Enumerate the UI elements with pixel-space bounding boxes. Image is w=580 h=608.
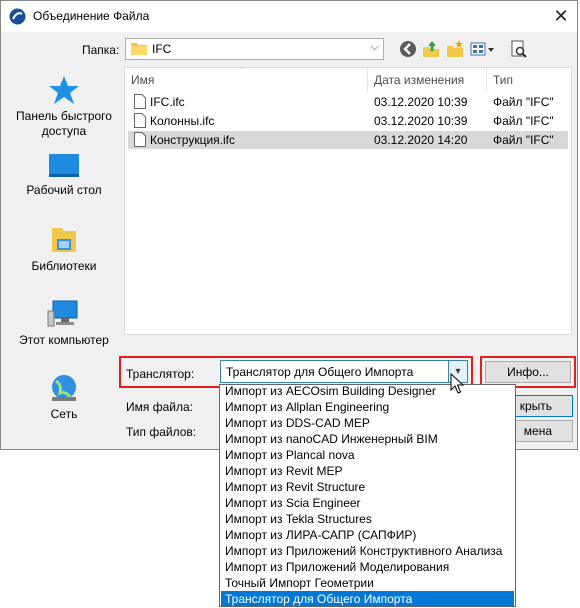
place-this-pc[interactable]: Этот компьютер [10, 299, 118, 348]
list-item[interactable]: Импорт из Tekla Structures [221, 511, 514, 527]
list-item[interactable]: Импорт из Revit Structure [221, 479, 514, 495]
list-item[interactable]: Импорт из Plancal nova [221, 447, 514, 463]
file-icon [134, 113, 146, 128]
list-item[interactable]: Импорт из AECOsim Building Designer [221, 385, 514, 399]
list-item[interactable]: Импорт из Allplan Engineering [221, 399, 514, 415]
translator-select[interactable]: Транслятор для Общего Импорта ▾ [220, 360, 468, 383]
list-item[interactable]: Импорт из Приложений Моделирования [221, 559, 514, 575]
col-header-name[interactable]: Имя [125, 68, 367, 92]
computer-icon [47, 300, 78, 327]
place-libraries[interactable]: Библиотеки [10, 225, 118, 274]
libraries-icon [52, 228, 76, 252]
network-icon [52, 375, 76, 401]
list-item[interactable]: Импорт из DDS-CAD MEP [221, 415, 514, 431]
view-menu-icon[interactable] [469, 39, 495, 59]
list-item[interactable]: Импорт из nanoCAD Инженерный BIM [221, 431, 514, 447]
col-header-date[interactable]: Дата изменения [368, 68, 486, 92]
translator-label: Транслятор: [126, 367, 195, 381]
file-date: 03.12.2020 10:39 [374, 114, 468, 128]
merge-file-dialog: Объединение Файла ✕ Папка: IFC ⌵ Панель … [0, 0, 578, 450]
folder-label: Папка: [82, 43, 120, 57]
mouse-pointer-icon [450, 373, 464, 394]
window-title: Объединение Файла [33, 9, 150, 23]
list-item-selected[interactable]: Транслятор для Общего Импорта [221, 591, 514, 606]
list-item[interactable]: Импорт из Приложений Конструктивного Ана… [221, 543, 514, 559]
folder-select[interactable]: IFC ⌵ [125, 38, 384, 60]
place-label: Панель быстрого доступа [16, 109, 112, 138]
table-row-selected[interactable]: Конструкция.ifc 03.12.2020 14:20 Файл "I… [128, 131, 568, 149]
place-label: Сеть [50, 407, 78, 421]
place-desktop[interactable]: Рабочий стол [10, 153, 118, 198]
file-name: IFC.ifc [150, 95, 185, 109]
file-type: Файл "IFC" [493, 95, 554, 109]
close-icon[interactable]: ✕ [549, 5, 573, 27]
filename-label: Имя файла: [126, 400, 193, 414]
translator-value: Транслятор для Общего Импорта [226, 365, 414, 379]
file-type: Файл "IFC" [493, 133, 554, 147]
up-folder-icon[interactable] [421, 39, 441, 59]
app-icon [9, 8, 26, 25]
list-item[interactable]: Импорт из Revit MEP [221, 463, 514, 479]
new-folder-icon[interactable] [445, 39, 465, 59]
list-item[interactable]: Точный Импорт Геометрии [221, 575, 514, 591]
place-quick-access[interactable]: Панель быстрого доступа [10, 75, 118, 139]
place-label: Этот компьютер [19, 333, 109, 347]
place-network[interactable]: Сеть [10, 373, 118, 422]
places-bar: Панель быстрого доступа Рабочий стол Биб… [10, 65, 118, 435]
title-bar: Объединение Файла ✕ [1, 1, 577, 32]
list-item[interactable]: Импорт из ЛИРА-САПР (САПФИР) [221, 527, 514, 543]
chevron-down-icon: ⌵ [370, 41, 379, 53]
file-date: 03.12.2020 14:20 [374, 133, 468, 147]
file-name: Конструкция.ifc [150, 133, 235, 147]
place-label: Библиотеки [31, 259, 97, 273]
file-name: Колонны.ifc [150, 114, 215, 128]
filetype-label: Тип файлов: [126, 425, 197, 439]
preview-icon[interactable] [509, 39, 529, 59]
file-icon [134, 132, 146, 147]
col-header-type[interactable]: Тип [487, 68, 571, 92]
file-date: 03.12.2020 10:39 [374, 95, 468, 109]
back-icon[interactable] [398, 39, 418, 59]
table-row[interactable]: IFC.ifc 03.12.2020 10:39 Файл "IFC" [128, 93, 568, 111]
star-icon [49, 76, 79, 104]
info-button[interactable]: Инфо... [485, 361, 571, 383]
folder-icon [131, 43, 147, 55]
place-label: Рабочий стол [26, 183, 102, 197]
desktop-icon [49, 154, 79, 177]
list-item[interactable]: Импорт из Scia Engineer [221, 495, 514, 511]
translator-dropdown-list[interactable]: Импорт из AECOsim Building Designer Импо… [219, 384, 516, 607]
file-list[interactable]: ⌃ Имя Дата изменения Тип IFC.ifc 03.12.2… [124, 67, 572, 335]
file-type: Файл "IFC" [493, 114, 554, 128]
table-row[interactable]: Колонны.ifc 03.12.2020 10:39 Файл "IFC" [128, 112, 568, 130]
file-icon [134, 94, 146, 109]
folder-value: IFC [152, 42, 172, 56]
